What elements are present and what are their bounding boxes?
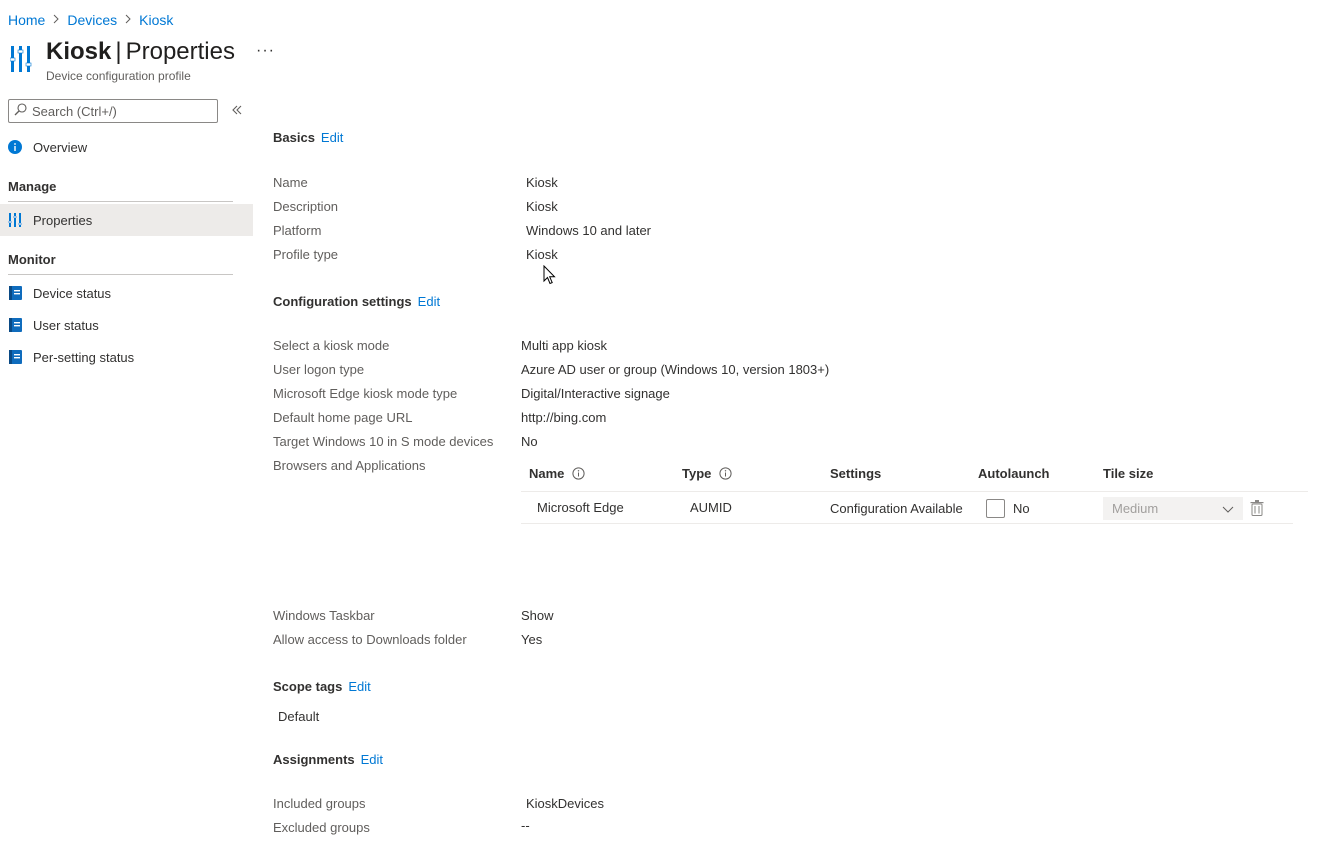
- report-book-icon: [8, 318, 22, 332]
- scope-tag-value: Default: [278, 709, 320, 724]
- delete-icon[interactable]: [1250, 500, 1264, 516]
- autolaunch-label: No: [1013, 501, 1030, 516]
- field-label: Platform: [273, 223, 322, 238]
- field-label: Windows Taskbar: [273, 608, 375, 623]
- search-icon: [14, 103, 27, 119]
- field-label: Target Windows 10 in S mode devices: [273, 434, 494, 449]
- column-header-autolaunch: Autolaunch: [978, 466, 1050, 481]
- field-label: Description: [273, 199, 339, 214]
- assignments-heading: Assignments Edit: [273, 752, 383, 767]
- field-label: Name: [273, 175, 308, 190]
- field-value: Yes: [521, 632, 543, 647]
- page-title-separator: |: [115, 38, 122, 65]
- search-box[interactable]: [8, 99, 218, 123]
- field-label: Microsoft Edge kiosk mode type: [273, 386, 458, 401]
- field-value: No: [521, 434, 538, 449]
- table-cell-type: AUMID: [690, 500, 732, 515]
- column-header-settings: Settings: [830, 466, 882, 481]
- configuration-settings-heading: Configuration settings Edit: [273, 294, 440, 309]
- field-value: Digital/Interactive signage: [521, 386, 670, 401]
- assignments-edit-link[interactable]: Edit: [361, 752, 383, 767]
- info-icon: [8, 140, 22, 154]
- breadcrumb-home[interactable]: Home: [8, 12, 45, 28]
- field-value: Azure AD user or group (Windows 10, vers…: [521, 362, 830, 377]
- info-icon[interactable]: [572, 467, 586, 480]
- field-value: Kiosk: [526, 199, 558, 214]
- chevron-right-icon: [52, 13, 60, 27]
- field-label: Profile type: [273, 247, 339, 262]
- device-configuration-icon: [9, 44, 34, 74]
- field-value: http://bing.com: [521, 410, 607, 425]
- breadcrumb-devices[interactable]: Devices: [67, 12, 117, 28]
- scope-tags-heading: Scope tags Edit: [273, 679, 371, 694]
- breadcrumb-kiosk[interactable]: Kiosk: [139, 12, 173, 28]
- section-title: Scope tags: [273, 679, 343, 694]
- column-header-label: Type: [682, 466, 712, 481]
- column-header-type: Type: [682, 466, 732, 481]
- sidebar-item-overview[interactable]: Overview: [0, 131, 253, 163]
- table-cell-settings[interactable]: Configuration Available: [830, 501, 963, 516]
- more-options-button[interactable]: ···: [256, 42, 275, 60]
- report-book-icon: [8, 286, 22, 300]
- configuration-edit-link[interactable]: Edit: [418, 294, 440, 309]
- chevron-down-icon: [1222, 503, 1234, 518]
- sidebar-item-per-setting-status[interactable]: Per-setting status: [0, 341, 253, 373]
- report-book-icon: [8, 350, 22, 364]
- mouse-cursor-icon: [543, 264, 556, 285]
- sidebar-item-label: Properties: [33, 212, 93, 228]
- field-value: --: [521, 818, 530, 833]
- table-header-divider: [521, 491, 1308, 492]
- field-label: Excluded groups: [273, 820, 370, 835]
- properties-icon: [8, 213, 22, 227]
- tile-size-value: Medium: [1112, 501, 1159, 516]
- breadcrumb: Home Devices Kiosk: [8, 11, 173, 29]
- info-icon[interactable]: [719, 467, 732, 480]
- basics-heading: Basics Edit: [273, 130, 343, 145]
- section-title: Assignments: [273, 752, 355, 767]
- page-header: Kiosk | Properties Device configuration pr…: [46, 38, 235, 83]
- field-value: Windows 10 and later: [526, 223, 652, 238]
- field-value: Multi app kiosk: [521, 338, 607, 353]
- basics-edit-link[interactable]: Edit: [321, 130, 343, 145]
- page-title: Kiosk | Properties: [46, 38, 235, 66]
- sidebar-item-label: Per-setting status: [33, 349, 135, 365]
- sidebar-item-label: User status: [33, 317, 99, 333]
- column-header-name: Name: [529, 466, 586, 481]
- field-label: Browsers and Applications: [273, 458, 426, 473]
- page-subtitle: Device configuration profile: [46, 69, 191, 83]
- divider: [8, 201, 233, 202]
- field-value: Show: [521, 608, 554, 623]
- autolaunch-checkbox[interactable]: [986, 499, 1005, 518]
- field-label: Allow access to Downloads folder: [273, 632, 467, 647]
- section-title: Basics: [273, 130, 315, 145]
- sidebar-item-device-status[interactable]: Device status: [0, 277, 253, 309]
- divider: [8, 274, 233, 275]
- table-cell-name: Microsoft Edge: [537, 500, 624, 515]
- column-header-label: Name: [529, 466, 565, 481]
- field-value: Kiosk: [526, 247, 558, 262]
- scope-tags-edit-link[interactable]: Edit: [348, 679, 370, 694]
- field-value: Kiosk: [526, 175, 558, 190]
- page-title-main: Kiosk: [46, 38, 112, 65]
- search-input[interactable]: [32, 103, 202, 119]
- field-value: KioskDevices: [526, 796, 605, 811]
- collapse-sidebar-button[interactable]: [229, 102, 245, 118]
- sidebar-item-label: Overview: [33, 139, 88, 155]
- field-label: User logon type: [273, 362, 365, 377]
- sidebar-group-manage: Manage: [8, 179, 57, 194]
- column-header-tile-size: Tile size: [1103, 466, 1154, 481]
- sidebar-group-monitor: Monitor: [8, 252, 56, 267]
- page-title-section: Properties: [125, 38, 235, 65]
- field-label: Default home page URL: [273, 410, 413, 425]
- sidebar-item-properties[interactable]: Properties: [0, 204, 253, 236]
- field-label: Included groups: [273, 796, 366, 811]
- sidebar-item-label: Device status: [33, 285, 112, 301]
- chevron-right-icon: [124, 13, 132, 27]
- table-row-divider: [521, 523, 1293, 524]
- sidebar-item-user-status[interactable]: User status: [0, 309, 253, 341]
- section-title: Configuration settings: [273, 294, 412, 309]
- field-label: Select a kiosk mode: [273, 338, 390, 353]
- tile-size-dropdown[interactable]: Medium: [1103, 497, 1243, 520]
